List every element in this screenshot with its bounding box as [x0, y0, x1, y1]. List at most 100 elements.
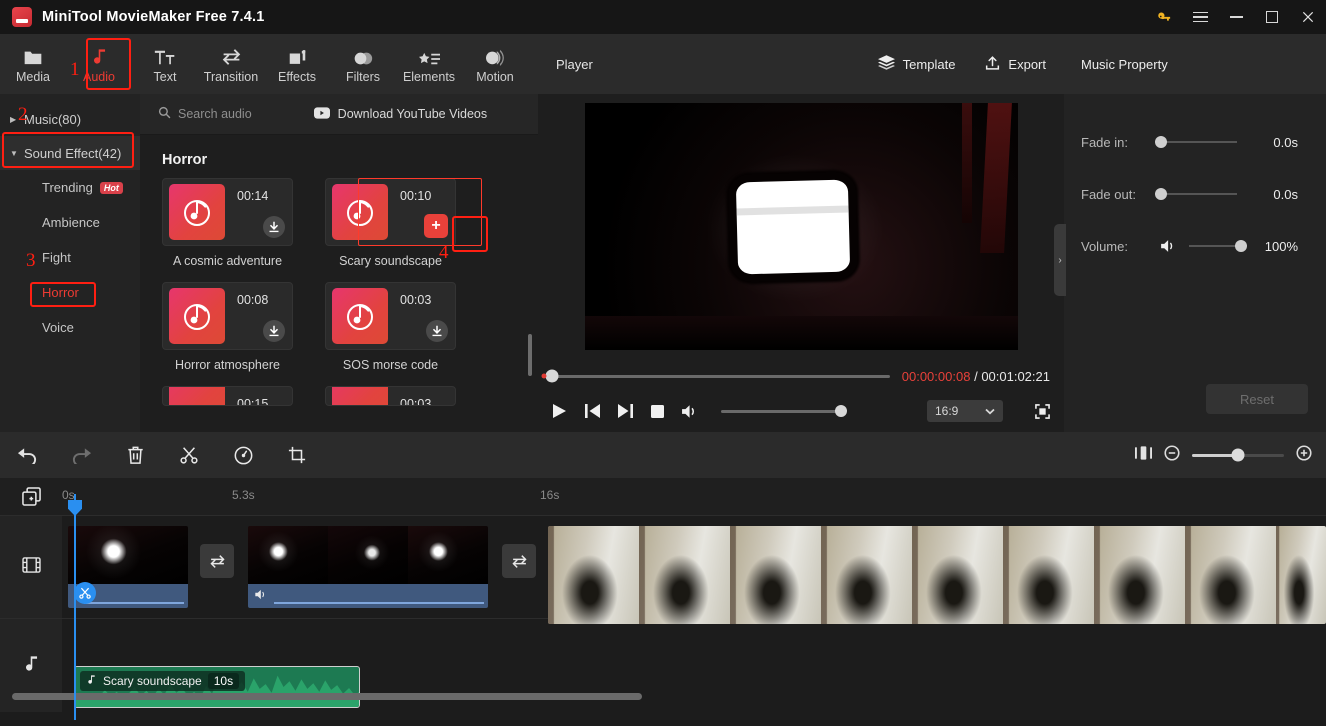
audio-card-box[interactable]: 00:03	[325, 386, 456, 406]
aspect-ratio-select[interactable]: 16:9	[927, 400, 1003, 422]
fade-in-slider[interactable]	[1155, 136, 1237, 148]
download-icon[interactable]	[263, 320, 285, 342]
audio-card[interactable]: 00:15	[162, 386, 293, 406]
video-clip-2[interactable]	[248, 526, 488, 608]
current-time: 00:00:00:08	[901, 368, 971, 384]
fade-out-handle[interactable]	[1155, 188, 1167, 200]
download-icon[interactable]	[263, 216, 285, 238]
audio-card[interactable]: 00:08 Horror atmosphere	[162, 282, 293, 372]
transition-icon[interactable]	[502, 544, 536, 578]
ribbon-tab-elements[interactable]: Elements	[396, 36, 462, 92]
timeline-zoom-controls	[1135, 444, 1326, 466]
fit-to-timeline-icon[interactable]	[1135, 445, 1152, 465]
audio-card-box[interactable]: 00:03	[325, 282, 456, 350]
audio-thumbnail	[332, 184, 388, 240]
ribbon-tab-media[interactable]: Media	[0, 36, 66, 92]
app-window: MiniTool MovieMaker Free 7.4.1 Media Aud…	[0, 0, 1326, 726]
undo-button[interactable]	[0, 432, 54, 478]
maximize-icon[interactable]	[1254, 0, 1290, 34]
fullscreen-icon[interactable]	[1035, 403, 1050, 419]
player-volume-slider[interactable]	[721, 405, 847, 417]
volume-handle[interactable]	[1235, 240, 1247, 252]
thumbnail	[639, 526, 730, 624]
player-seek-bar[interactable]	[541, 369, 890, 383]
previous-frame-icon[interactable]	[585, 404, 600, 418]
audio-card[interactable]: 00:03	[325, 386, 456, 406]
audio-card-box[interactable]: 00:15	[162, 386, 293, 406]
audio-card-scary-soundscape[interactable]: 00:10 + Scary soundscape	[325, 178, 456, 268]
zoom-out-icon[interactable]	[1164, 444, 1180, 466]
add-to-timeline-button[interactable]: +	[424, 214, 448, 238]
zoom-slider-handle[interactable]	[1231, 448, 1245, 462]
split-button[interactable]	[162, 432, 216, 478]
export-button[interactable]: Export	[985, 55, 1046, 74]
chevron-right-icon[interactable]: ›	[1054, 224, 1066, 296]
zoom-in-icon[interactable]	[1296, 444, 1312, 466]
audio-list-scrollbar[interactable]	[528, 334, 532, 376]
add-media-icon[interactable]	[22, 487, 41, 511]
fade-out-slider[interactable]	[1155, 188, 1237, 200]
video-track-header	[0, 516, 62, 618]
next-frame-icon[interactable]	[618, 404, 633, 418]
sidebar-group-sound-effect[interactable]: ▼ Sound Effect(42)	[0, 136, 140, 170]
audio-card-box[interactable]: 00:14	[162, 178, 293, 246]
download-icon[interactable]	[426, 320, 448, 342]
video-preview[interactable]	[584, 103, 1018, 350]
audio-card-name: Scary soundscape	[339, 254, 442, 268]
volume-icon[interactable]	[255, 587, 268, 605]
ribbon-tab-effects[interactable]: Effects	[264, 36, 330, 92]
volume-icon[interactable]	[682, 404, 699, 419]
minimize-icon[interactable]	[1218, 0, 1254, 34]
speed-button[interactable]	[216, 432, 270, 478]
search-input[interactable]: Search audio	[140, 106, 252, 122]
redo-button[interactable]	[54, 432, 108, 478]
timeline-hscrollbar[interactable]	[12, 693, 642, 700]
crop-button[interactable]	[270, 432, 324, 478]
annotation-number-4: 4	[439, 242, 449, 263]
sidebar-item-trending[interactable]: Trending Hot	[0, 170, 140, 205]
template-button[interactable]: Template	[877, 55, 955, 73]
ribbon-tab-motion[interactable]: Motion	[462, 36, 528, 92]
volume-icon[interactable]	[1161, 239, 1177, 253]
audio-thumbnail	[169, 387, 225, 405]
volume-slider[interactable]	[1189, 240, 1247, 252]
player-seek-handle[interactable]	[541, 369, 559, 383]
close-icon[interactable]	[1290, 0, 1326, 34]
transition-icon[interactable]	[200, 544, 234, 578]
ribbon-tab-filters[interactable]: Filters	[330, 36, 396, 92]
delete-button[interactable]	[108, 432, 162, 478]
video-clip-1[interactable]	[68, 526, 188, 608]
video-tv-screen	[735, 179, 850, 275]
volume-value: 100%	[1264, 238, 1298, 254]
timeline-ruler[interactable]: 0s 5.3s 16s	[0, 478, 1326, 516]
split-icon[interactable]	[74, 582, 96, 604]
player-volume-handle[interactable]	[835, 405, 847, 417]
music-note-icon	[90, 44, 109, 66]
thumbnail	[730, 526, 821, 624]
audio-card-box[interactable]: 00:08	[162, 282, 293, 350]
sidebar-item-horror[interactable]: Horror	[0, 275, 140, 310]
audio-card[interactable]: 00:14 A cosmic adventure	[162, 178, 293, 268]
audio-card-box[interactable]: 00:10 +	[325, 178, 456, 246]
ribbon-tab-transition[interactable]: Transition	[198, 36, 264, 92]
timeline-hscrollbar-track[interactable]	[0, 693, 1326, 706]
fade-in-handle[interactable]	[1155, 136, 1167, 148]
search-icon	[158, 106, 171, 122]
play-icon[interactable]	[552, 403, 567, 419]
key-icon[interactable]	[1146, 0, 1182, 34]
reset-button[interactable]: Reset	[1206, 384, 1308, 414]
sidebar-item-voice[interactable]: Voice	[0, 310, 140, 345]
video-clip-3[interactable]	[548, 526, 1326, 624]
stop-icon[interactable]	[651, 404, 664, 418]
sidebar-item-ambience[interactable]: Ambience	[0, 205, 140, 240]
sidebar-item-label: Trending	[42, 180, 93, 195]
download-youtube-button[interactable]: Download YouTube Videos	[313, 106, 487, 122]
ribbon-tab-text[interactable]: Text	[132, 36, 198, 92]
audio-card[interactable]: 00:03 SOS morse code	[325, 282, 456, 372]
hamburger-menu-icon[interactable]	[1182, 0, 1218, 34]
ribbon-toolbar: Media Audio Text Transition Effects Filt…	[0, 34, 538, 94]
player-panel: Player Template Export 00:00:00:08 / 00:…	[538, 34, 1064, 432]
timeline-zoom-slider[interactable]	[1192, 448, 1284, 462]
sidebar-item-fight[interactable]: Fight	[0, 240, 140, 275]
layers-icon	[877, 55, 895, 73]
